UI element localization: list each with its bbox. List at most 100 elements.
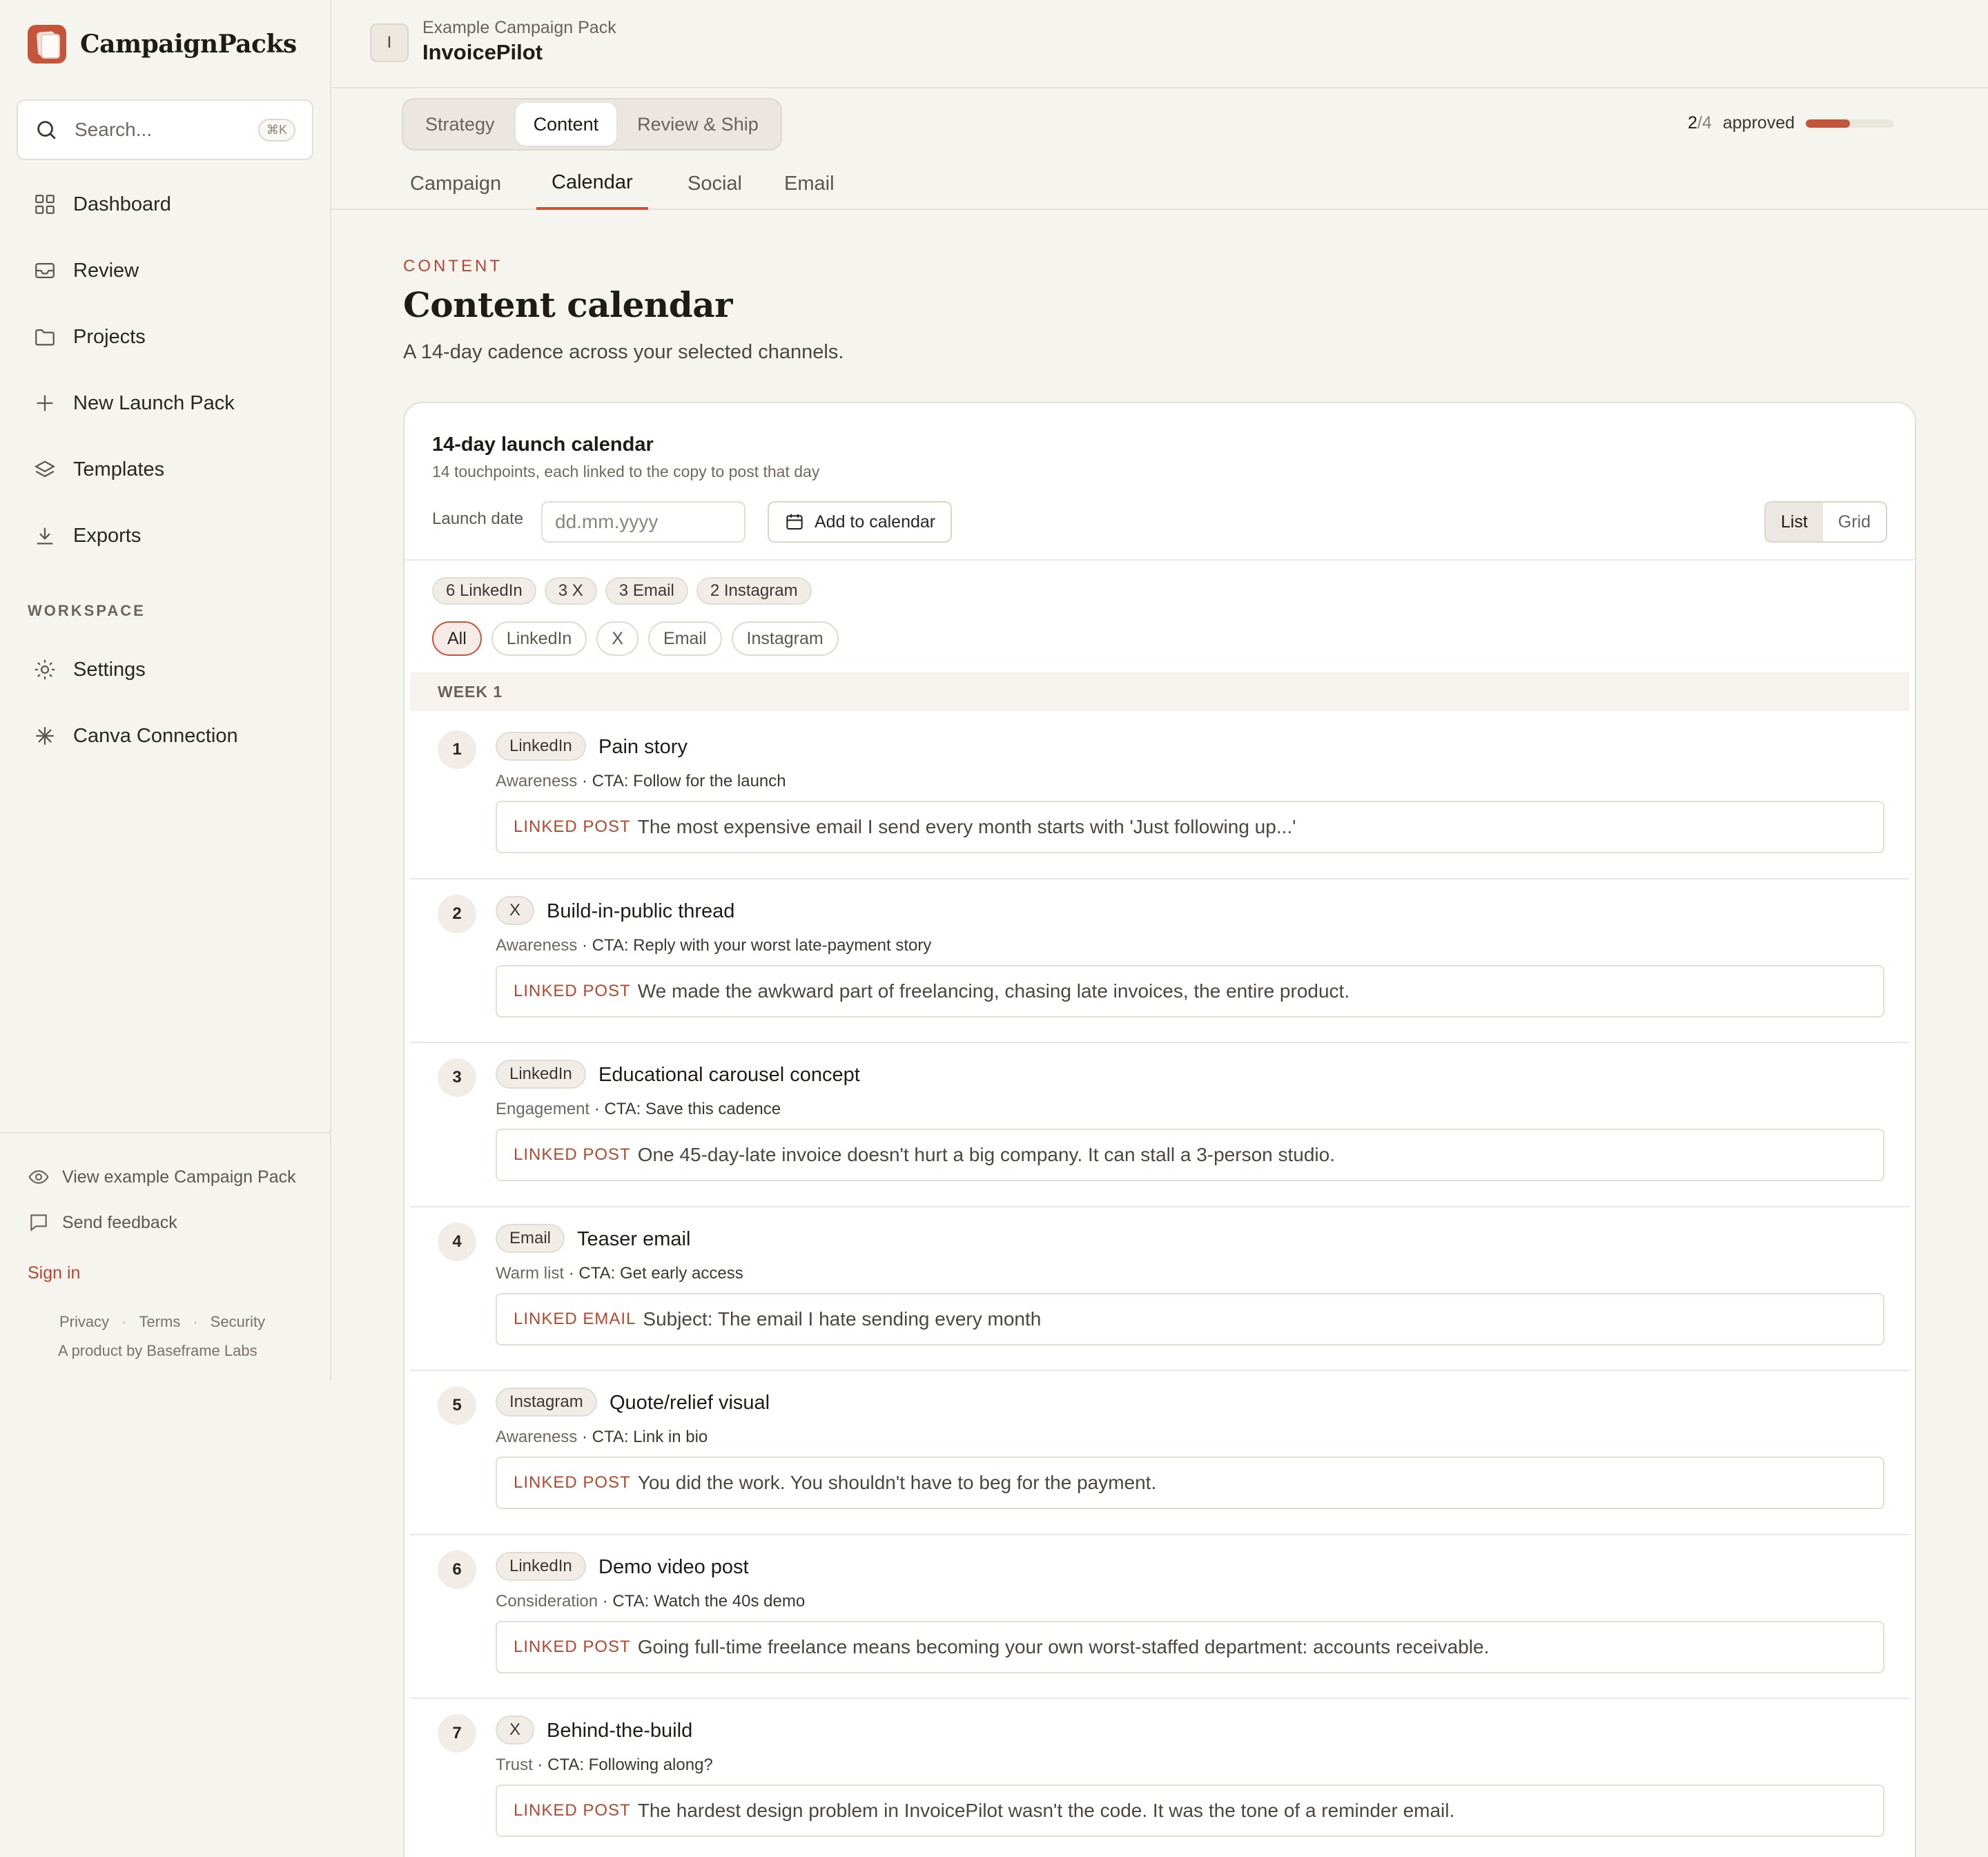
nav-item-new-launch-pack[interactable]: New Launch Pack	[0, 370, 331, 436]
filter-all[interactable]: All	[432, 621, 482, 656]
phase-review-ship[interactable]: Review & Ship	[619, 103, 777, 146]
nav-label: Canva Connection	[73, 724, 238, 747]
nav-item-canva-connection[interactable]: Canva Connection	[0, 703, 331, 769]
entry-cta: · CTA: Watch the 40s demo	[598, 1591, 806, 1611]
channel-tag: Instagram	[496, 1388, 597, 1417]
entry-meta: Trust · CTA: Following along?	[496, 1756, 713, 1775]
entry-cta: · CTA: Get early access	[564, 1263, 743, 1283]
calendar-entry[interactable]: 3 LinkedIn Educational carousel concept …	[410, 1043, 1909, 1207]
entry-meta: Engagement · CTA: Save this cadence	[496, 1100, 781, 1119]
linked-post[interactable]: LINKED POST Going full-time freelance mea…	[496, 1620, 1884, 1673]
brand[interactable]: CampaignPacks	[28, 25, 297, 64]
calendar-entry[interactable]: 5 Instagram Quote/relief visual Awarenes…	[410, 1371, 1909, 1535]
nav-item-exports[interactable]: Exports	[0, 503, 331, 569]
nav-label: Review	[73, 259, 139, 282]
linked-text: The hardest design problem in InvoicePil…	[637, 1800, 1455, 1821]
tab-calendar[interactable]: Calendar	[536, 157, 648, 210]
count-chip-instagram: 2 Instagram	[696, 577, 812, 605]
search-icon	[37, 121, 56, 139]
security-link[interactable]: Security	[211, 1313, 265, 1331]
entry-cta: · CTA: Save this cadence	[589, 1100, 781, 1118]
nav-item-review[interactable]: Review	[0, 237, 331, 304]
nav-label: Dashboard	[73, 193, 171, 215]
entry-stage: Awareness	[496, 772, 578, 790]
linked-email[interactable]: LINKED EMAIL Subject: The email I hate se…	[496, 1292, 1884, 1345]
linked-post[interactable]: LINKED POST The hardest design problem in…	[496, 1785, 1884, 1837]
search-input[interactable]: Search... ⌘K	[17, 99, 313, 160]
add-to-calendar-label: Add to calendar	[815, 512, 936, 532]
phase-content[interactable]: Content	[515, 103, 617, 146]
calendar-entry[interactable]: 6 LinkedIn Demo video post Consideration…	[410, 1535, 1909, 1699]
approved-label: approved	[1722, 113, 1795, 133]
count-chip-email: 3 Email	[605, 577, 688, 605]
linked-text: The most expensive email I send every mo…	[637, 816, 1296, 837]
day-number: 4	[438, 1222, 476, 1261]
view-list-button[interactable]: List	[1765, 503, 1823, 541]
entry-title: Build-in-public thread	[547, 900, 735, 922]
tab-campaign[interactable]: Campaign	[395, 157, 516, 210]
phase-strategy[interactable]: Strategy	[407, 103, 513, 146]
sidebar: CampaignPacks Search... ⌘K Dashboard Rev…	[0, 0, 331, 1381]
linked-post[interactable]: LINKED POST The most expensive email I se…	[496, 801, 1884, 853]
send-feedback-link[interactable]: Send feedback	[0, 1200, 331, 1245]
calendar-entry[interactable]: 4 Email Teaser email Warm list · CTA: Ge…	[410, 1207, 1909, 1371]
calendar-icon	[786, 514, 803, 530]
privacy-link[interactable]: Privacy	[59, 1313, 109, 1331]
linked-text: One 45-day-late invoice doesn't hurt a b…	[637, 1144, 1336, 1165]
calendar-entries: 1 LinkedIn Pain story Awareness · CTA: F…	[410, 715, 1909, 1857]
entry-stage: Engagement	[496, 1100, 590, 1118]
linked-post[interactable]: LINKED POST We made the awkward part of f…	[496, 964, 1884, 1018]
linked-post[interactable]: LINKED POST One 45-day-late invoice doesn…	[496, 1129, 1884, 1181]
entry-meta: Awareness · CTA: Link in bio	[496, 1428, 708, 1447]
calendar-entry[interactable]: 1 LinkedIn Pain story Awareness · CTA: F…	[410, 715, 1909, 879]
brand-name: CampaignPacks	[80, 30, 297, 59]
nav-item-projects[interactable]: Projects	[0, 304, 331, 370]
filter-email[interactable]: Email	[648, 621, 722, 656]
message-icon	[30, 1214, 47, 1232]
launch-date-input[interactable]: dd.mm.yyyy	[541, 501, 746, 543]
entry-stage: Awareness	[496, 1428, 578, 1446]
project-name: InvoicePilot	[422, 40, 543, 64]
nav-item-settings[interactable]: Settings	[0, 636, 331, 703]
calendar-card: 14-day launch calendar 14 touchpoints, e…	[403, 402, 1916, 1857]
entry-stage: Trust	[496, 1756, 533, 1774]
linked-text: Going full-time freelance means becoming…	[637, 1635, 1490, 1657]
view-example-link[interactable]: View example Campaign Pack	[0, 1154, 331, 1200]
calendar-entry[interactable]: 7 X Behind-the-build Trust · CTA: Follow…	[410, 1699, 1909, 1857]
page-eyebrow: CONTENT	[403, 257, 503, 275]
filter-linkedin[interactable]: LinkedIn	[491, 621, 587, 656]
tab-email[interactable]: Email	[769, 157, 850, 210]
brand-logo-icon	[28, 25, 66, 64]
sparkle-icon	[36, 727, 54, 745]
linked-label: LINKED POST	[514, 1801, 631, 1820]
add-to-calendar-button[interactable]: Add to calendar	[768, 501, 953, 543]
entry-meta: Awareness · CTA: Follow for the launch	[496, 772, 786, 791]
approval-progress-bar	[1806, 119, 1894, 128]
day-number: 2	[438, 894, 476, 933]
linked-label: LINKED POST	[514, 1637, 631, 1656]
linked-post[interactable]: LINKED POST You did the work. You shouldn…	[496, 1457, 1884, 1509]
nav-item-dashboard[interactable]: Dashboard	[0, 171, 331, 237]
view-grid-button[interactable]: Grid	[1823, 503, 1886, 541]
project-avatar[interactable]: I	[370, 23, 409, 62]
filter-instagram[interactable]: Instagram	[731, 621, 839, 656]
nav-item-templates[interactable]: Templates	[0, 436, 331, 503]
layers-icon	[34, 460, 56, 478]
workspace-label: WORKSPACE	[28, 602, 146, 619]
gear-icon	[35, 659, 55, 680]
calendar-entry[interactable]: 2 X Build-in-public thread Awareness · C…	[410, 879, 1909, 1043]
separator-dot: ·	[121, 1313, 127, 1330]
tab-social[interactable]: Social	[672, 157, 757, 210]
sign-in-link[interactable]: Sign in	[0, 1252, 331, 1294]
filter-x[interactable]: X	[596, 621, 639, 656]
terms-link[interactable]: Terms	[139, 1313, 180, 1331]
entry-cta: · CTA: Reply with your worst late-paymen…	[577, 935, 932, 955]
main-content: I Example Campaign Pack InvoicePilot Str…	[331, 0, 1988, 1857]
entry-stage: Awareness	[496, 935, 578, 955]
entry-title: Pain story	[598, 736, 688, 758]
channel-tag: LinkedIn	[496, 1551, 586, 1581]
approval-progress-fill	[1806, 119, 1850, 128]
nav-label: New Launch Pack	[73, 391, 235, 414]
byline: A product by Baseframe Labs	[58, 1342, 257, 1359]
linked-text: We made the awkward part of freelancing,…	[637, 980, 1350, 1002]
